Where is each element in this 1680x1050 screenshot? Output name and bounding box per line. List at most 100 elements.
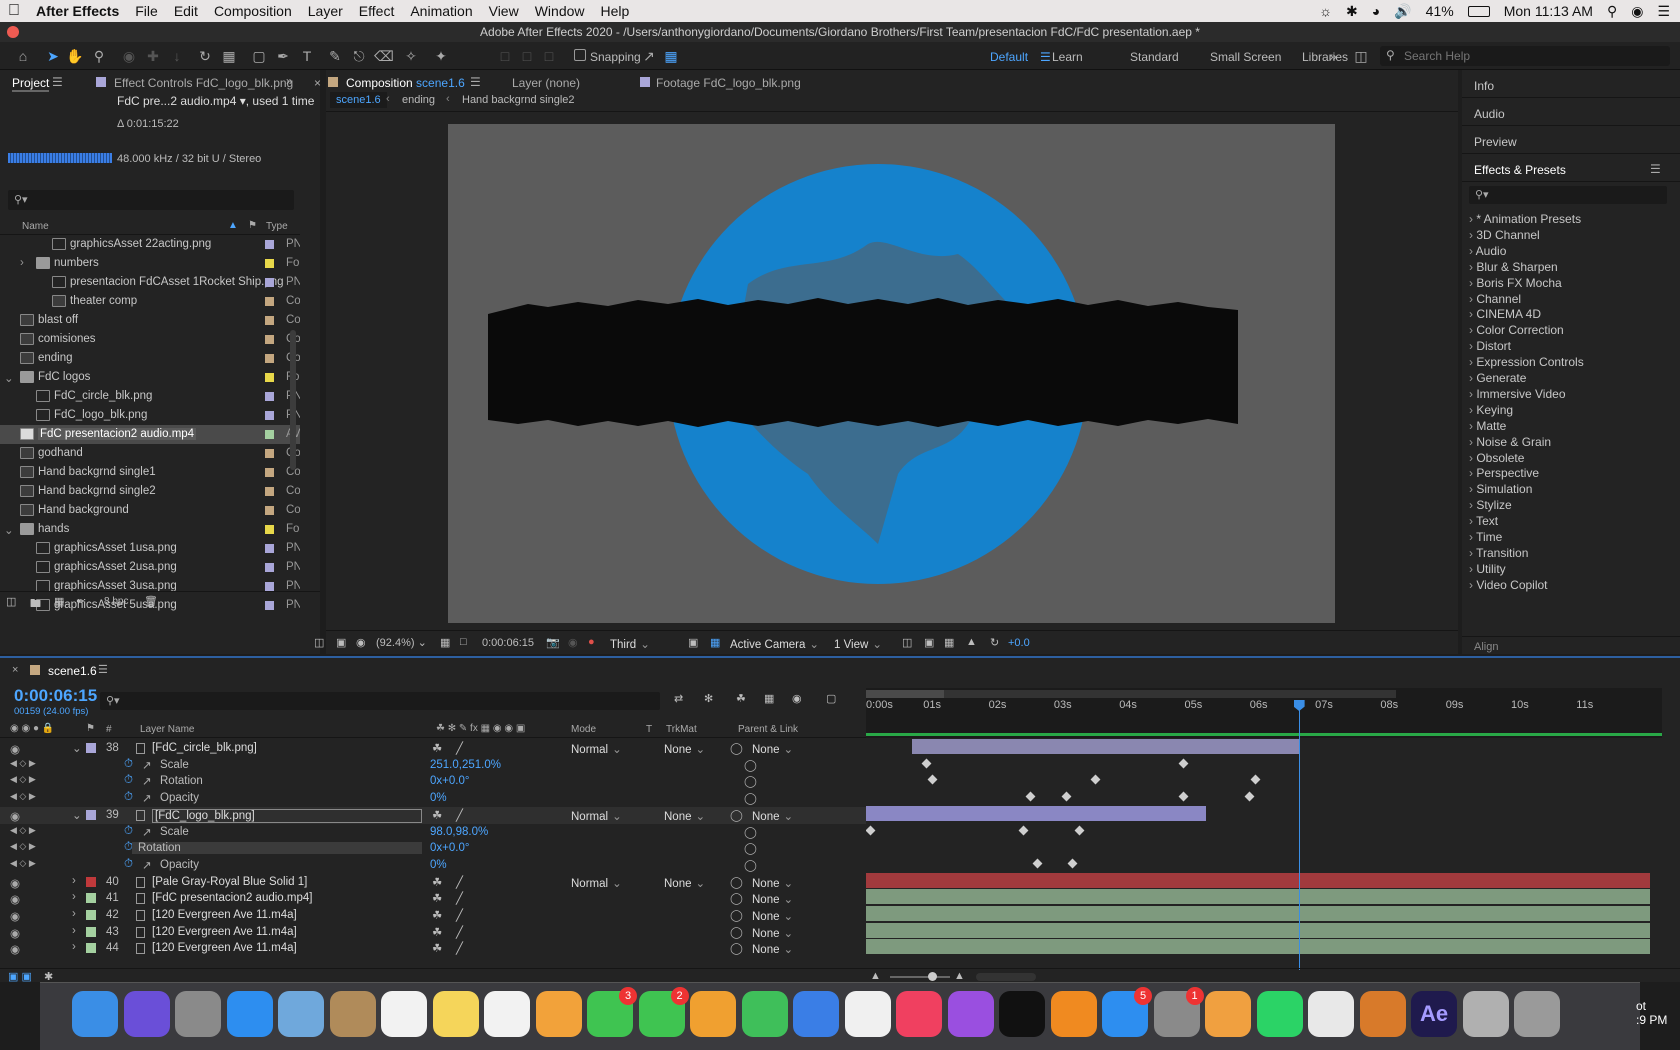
- reset-exposure-icon[interactable]: ↻: [990, 636, 999, 649]
- layer-name[interactable]: [120 Evergreen Ave 11.m4a]: [152, 942, 297, 954]
- project-item[interactable]: FdC presentacion2 audio.mp4AVI: [0, 425, 300, 444]
- disclosure-triangle-icon[interactable]: ›: [20, 257, 24, 269]
- app-store-icon[interactable]: 5: [1102, 987, 1152, 1037]
- region-of-interest-icon[interactable]: ▣: [688, 636, 698, 649]
- preview-range-bar[interactable]: [866, 690, 944, 698]
- track-matte-dropdown[interactable]: None: [664, 876, 714, 890]
- project-item[interactable]: graphicsAsset 1usa.png PN: [0, 539, 300, 558]
- photos-icon[interactable]: [535, 991, 582, 1037]
- effect-category-channel[interactable]: › Channel: [1469, 292, 1521, 306]
- collapse-transform-icon[interactable]: ☘: [432, 925, 442, 939]
- effect-category-time[interactable]: › Time: [1469, 530, 1502, 544]
- align-panel-header[interactable]: Align: [1462, 636, 1680, 656]
- adjust-project-settings-icon[interactable]: ✒: [76, 595, 85, 608]
- creative-cloud-icon[interactable]: ☼: [1319, 3, 1332, 19]
- project-menu-icon[interactable]: ☰: [52, 75, 63, 89]
- help-search-box[interactable]: ⚲: [1380, 46, 1670, 66]
- tab-project[interactable]: Project: [12, 76, 50, 92]
- stopwatch-icon[interactable]: ⏱: [124, 858, 133, 871]
- effect-category-distort[interactable]: › Distort: [1469, 339, 1511, 353]
- rotation-tool-icon[interactable]: ↻: [196, 47, 214, 65]
- layer-duration-bar[interactable]: [866, 922, 1650, 938]
- label-color-swatch[interactable]: [265, 411, 274, 420]
- new-composition-icon[interactable]: ▦: [54, 595, 64, 608]
- label-color-swatch[interactable]: [265, 278, 274, 287]
- interpret-footage-icon[interactable]: ◫: [6, 595, 16, 608]
- audio-panel-header[interactable]: Audio: [1462, 98, 1680, 126]
- collapse-transform-icon[interactable]: ☘: [432, 941, 442, 955]
- pages-icon[interactable]: [690, 991, 736, 1037]
- graph-icon[interactable]: ↗: [142, 758, 152, 772]
- close-window-button[interactable]: [7, 26, 19, 38]
- work-area-bar[interactable]: [866, 690, 1396, 698]
- label-color-swatch[interactable]: [265, 392, 274, 401]
- volume-icon[interactable]: 🔊: [1394, 3, 1411, 20]
- expand-layer-icon[interactable]: ⌄: [72, 741, 82, 755]
- clock[interactable]: Mon 11:13 AM: [1504, 3, 1593, 19]
- keyframe[interactable]: [1025, 791, 1036, 802]
- project-item[interactable]: ⌄ hands Fol: [0, 520, 300, 539]
- collapse-transform-icon[interactable]: ☘: [432, 891, 442, 905]
- pick-whip-icon[interactable]: ◯: [730, 925, 743, 939]
- pick-whip-icon[interactable]: ◯: [730, 808, 743, 822]
- project-item[interactable]: Hand background Cor: [0, 501, 300, 520]
- chrome-icon[interactable]: [1308, 991, 1354, 1037]
- draft-3d-icon[interactable]: ✻: [704, 692, 713, 705]
- info-panel-header[interactable]: Info: [1462, 70, 1680, 98]
- collapse-transform-icon[interactable]: ☘: [432, 875, 442, 889]
- layer-duration-bar[interactable]: [866, 939, 1650, 955]
- label-color-swatch[interactable]: [265, 525, 274, 534]
- parent-dropdown[interactable]: None: [752, 742, 832, 756]
- menu-help[interactable]: Help: [593, 3, 638, 19]
- property-value[interactable]: 0x+0.0°: [430, 775, 469, 787]
- expression-pick-whip-icon[interactable]: ◯: [744, 841, 757, 855]
- menu-edit[interactable]: Edit: [166, 3, 206, 19]
- bit-depth-button[interactable]: 8 bpc: [104, 596, 128, 607]
- menu-effect[interactable]: Effect: [351, 3, 403, 19]
- notification-center-icon[interactable]: ☰: [1657, 3, 1670, 20]
- quality-icon[interactable]: ╱: [456, 891, 463, 905]
- effect-category-stylize[interactable]: › Stylize: [1469, 498, 1512, 512]
- menu-composition[interactable]: Composition: [206, 3, 300, 19]
- layer-name[interactable]: [FdC presentacion2 audio.mp4]: [152, 892, 312, 904]
- trash-icon[interactable]: 🗑: [144, 595, 158, 608]
- stopwatch-icon[interactable]: ⏱: [124, 774, 133, 787]
- panel-overflow-icon[interactable]: »: [286, 74, 293, 88]
- music-icon[interactable]: [896, 991, 942, 1037]
- disclosure-triangle-icon[interactable]: ⌄: [4, 523, 14, 537]
- effect-category-perspective[interactable]: › Perspective: [1469, 466, 1539, 480]
- podcasts-icon[interactable]: [947, 991, 994, 1037]
- hand-tool-icon[interactable]: ✋: [66, 47, 84, 65]
- workspace-standard[interactable]: Standard: [1130, 50, 1179, 64]
- keyframe[interactable]: [927, 774, 938, 785]
- blend-mode-dropdown[interactable]: Normal: [571, 742, 631, 756]
- project-item[interactable]: presentacion FdCAsset 1Rocket Ship.png PN: [0, 273, 300, 292]
- label-color-swatch[interactable]: [265, 544, 274, 553]
- expression-pick-whip-icon[interactable]: ◯: [744, 758, 757, 772]
- viewer-timecode[interactable]: 0:00:06:15: [482, 637, 534, 649]
- expand-layer-icon[interactable]: ›: [72, 891, 76, 903]
- menu-app-name[interactable]: After Effects: [28, 3, 127, 19]
- facetime-icon[interactable]: 2: [638, 987, 689, 1037]
- effect-category-obsolete[interactable]: › Obsolete: [1469, 451, 1524, 465]
- project-item[interactable]: Hand backgrnd single2 Cor: [0, 482, 300, 501]
- composition-canvas[interactable]: [448, 124, 1335, 623]
- graph-editor-icon[interactable]: ▢: [826, 692, 836, 705]
- layer-label-swatch[interactable]: [86, 943, 96, 954]
- layer-label-swatch[interactable]: [86, 809, 96, 820]
- property-row[interactable]: ◀ ◇ ▶ ⏱ ↗ Scale 98.0,98.0% ◯: [0, 824, 866, 841]
- quality-icon[interactable]: ╱: [456, 925, 463, 939]
- keyframe-navigator-icon[interactable]: ◀ ◇ ▶: [10, 758, 36, 769]
- zoom-tool-icon[interactable]: ⚲: [90, 47, 108, 65]
- expand-layer-icon[interactable]: ›: [72, 908, 76, 920]
- project-item[interactable]: graphicsAsset 2usa.png PN: [0, 558, 300, 577]
- layer-label-swatch[interactable]: [86, 926, 96, 937]
- workspace-overflow-icon[interactable]: »: [1324, 47, 1342, 65]
- collapse-transform-icon[interactable]: ☘: [432, 908, 442, 922]
- label-color-swatch[interactable]: [265, 335, 274, 344]
- label-color-swatch[interactable]: [265, 582, 274, 591]
- keyframe[interactable]: [1250, 774, 1261, 785]
- playhead[interactable]: [1298, 702, 1300, 970]
- label-color-swatch[interactable]: [265, 373, 274, 382]
- numbers-icon[interactable]: [741, 991, 788, 1037]
